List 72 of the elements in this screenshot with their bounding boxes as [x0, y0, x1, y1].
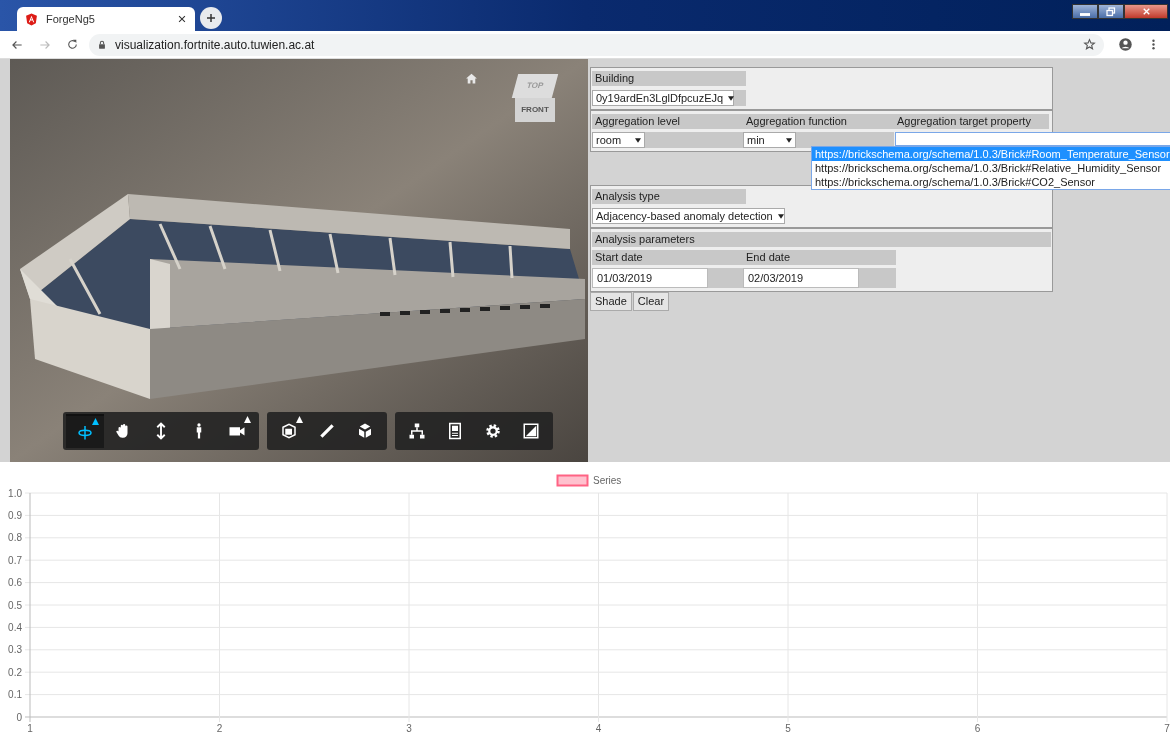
dropdown[interactable]: min [743, 132, 796, 148]
ruler-icon [318, 422, 336, 440]
axis-tick-label: 1 [27, 723, 33, 733]
dropdown-caret-icon [786, 137, 792, 143]
minimize-button[interactable] [1072, 4, 1098, 19]
autocomplete-option[interactable]: https://brickschema.org/schema/1.0.3/Brick#Relative_Humidity_Sensor [812, 161, 1170, 175]
axis-tick-label: 0.7 [8, 554, 22, 566]
settings-icon [484, 422, 502, 440]
date-input-field[interactable]: 02/03/2019 [743, 268, 859, 288]
new-tab-button[interactable] [200, 7, 222, 30]
profile-icon[interactable] [1118, 37, 1133, 53]
close-button[interactable] [1124, 4, 1168, 19]
property-input-field[interactable] [895, 132, 1170, 146]
home-icon[interactable] [465, 72, 478, 85]
field-label: Start date [592, 250, 743, 265]
hierarchy-icon [408, 422, 426, 440]
toolbar-button[interactable] [66, 414, 104, 448]
axis-tick-label: 4 [595, 723, 602, 733]
dropdown-value: min [747, 132, 765, 148]
axis-tick-label: 0.8 [8, 532, 22, 544]
form-button[interactable]: Shade [590, 292, 632, 311]
dropdown-value: room [596, 132, 622, 148]
lock-icon [97, 39, 107, 50]
date-input-field[interactable]: 01/03/2019 [592, 268, 708, 288]
axis-tick-label: 5 [785, 723, 791, 733]
axis-tick-label: 3 [406, 723, 412, 733]
axis-tick-label: 0.1 [8, 689, 22, 701]
field-label: End date [743, 250, 896, 265]
dropdown[interactable]: room [592, 132, 645, 148]
restore-icon [1105, 5, 1117, 18]
reload-icon[interactable] [66, 38, 79, 52]
axis-tick-label: 6 [974, 723, 981, 733]
field-label: Building [592, 71, 746, 86]
dropdown-caret-icon [728, 95, 735, 101]
tab-title: ForgeNg5 [46, 12, 96, 28]
fullscreen-icon [522, 422, 540, 440]
field-label: Analysis type [592, 189, 746, 204]
cube-icon [356, 422, 374, 440]
dropdown-caret-icon [635, 137, 641, 143]
legend-swatch[interactable] [556, 474, 589, 487]
field-label: Aggregation target property [894, 114, 1049, 129]
document-icon [446, 422, 464, 440]
axis-tick-label: 7 [1164, 723, 1170, 733]
axis-tick-label: 0.6 [8, 577, 22, 589]
axis-tick-label: 0.3 [8, 644, 22, 656]
form-button[interactable]: Clear [632, 292, 670, 311]
field-label: Aggregation function [743, 114, 894, 129]
bookmark-star-icon[interactable] [1083, 38, 1096, 52]
axis-tick-label: 2 [216, 723, 223, 733]
minimize-icon [1080, 12, 1090, 16]
axis-tick-label: 1.0 [8, 487, 22, 499]
axis-tick-label: 0.5 [8, 599, 22, 611]
axis-tick-label: 0.4 [8, 621, 22, 633]
axis-tick-label: 0.9 [8, 509, 22, 521]
viewcube[interactable]: TOP FRONT [510, 74, 560, 134]
orbit-icon [76, 423, 94, 441]
viewcube-front-face[interactable]: FRONT [515, 98, 555, 122]
browser-tab[interactable]: ForgeNg5 [17, 7, 195, 32]
legend-label[interactable]: Series [593, 475, 622, 486]
section-box-icon [280, 422, 298, 440]
app-logo-icon [25, 12, 38, 26]
field-label: Aggregation level [592, 114, 743, 129]
restore-button[interactable] [1098, 4, 1124, 19]
dropdown-caret-icon [777, 213, 784, 219]
axis-tick-label: 0 [16, 711, 22, 723]
field-label: Analysis parameters [592, 232, 1051, 247]
url-text: visualization.fortnite.auto.tuwien.ac.at [115, 36, 315, 54]
autocomplete-option[interactable]: https://brickschema.org/schema/1.0.3/Brick#CO2_Sensor [812, 175, 1170, 189]
plus-icon [205, 12, 217, 25]
close-icon[interactable] [177, 14, 187, 25]
axis-tick-label: 0.2 [8, 666, 22, 678]
address-field[interactable]: visualization.fortnite.auto.tuwien.ac.at [89, 33, 1104, 56]
